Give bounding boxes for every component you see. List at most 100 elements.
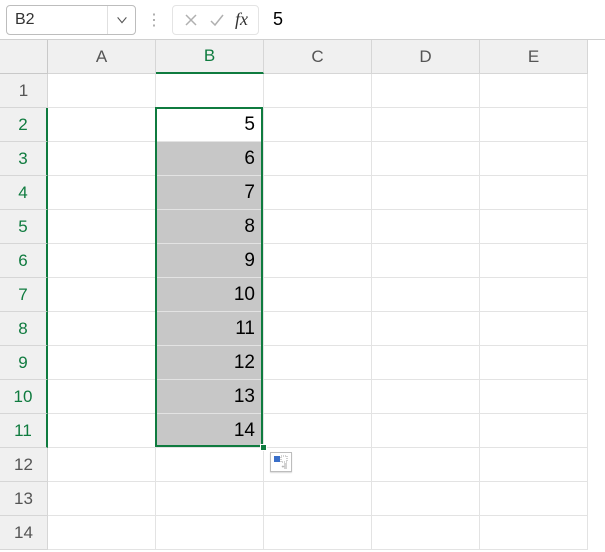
cell-B4[interactable]: 7 xyxy=(156,176,264,210)
cell-D10[interactable] xyxy=(372,380,480,414)
cell-A3[interactable] xyxy=(48,142,156,176)
cell-B5[interactable]: 8 xyxy=(156,210,264,244)
cell-B14[interactable] xyxy=(156,516,264,550)
row-header-4[interactable]: 4 xyxy=(0,176,48,210)
row-header-3[interactable]: 3 xyxy=(0,142,48,176)
select-all-corner[interactable] xyxy=(0,40,48,74)
cell-D1[interactable] xyxy=(372,74,480,108)
column-header-B[interactable]: B xyxy=(156,40,264,74)
cell-D9[interactable] xyxy=(372,346,480,380)
cell-B10[interactable]: 13 xyxy=(156,380,264,414)
cell-E9[interactable] xyxy=(480,346,588,380)
cell-A14[interactable] xyxy=(48,516,156,550)
cell-B12[interactable] xyxy=(156,448,264,482)
cell-E11[interactable] xyxy=(480,414,588,448)
cell-B7[interactable]: 10 xyxy=(156,278,264,312)
cell-C14[interactable] xyxy=(264,516,372,550)
cell-A8[interactable] xyxy=(48,312,156,346)
row-header-14[interactable]: 14 xyxy=(0,516,48,550)
cell-D4[interactable] xyxy=(372,176,480,210)
column-header-C[interactable]: C xyxy=(264,40,372,74)
row-header-11[interactable]: 11 xyxy=(0,414,48,448)
cell-E5[interactable] xyxy=(480,210,588,244)
cell-B3[interactable]: 6 xyxy=(156,142,264,176)
fx-button[interactable]: fx xyxy=(235,9,248,30)
cell-E12[interactable] xyxy=(480,448,588,482)
cell-C10[interactable] xyxy=(264,380,372,414)
name-box-input[interactable] xyxy=(7,6,107,34)
row-header-1[interactable]: 1 xyxy=(0,74,48,108)
cell-A12[interactable] xyxy=(48,448,156,482)
cell-D3[interactable] xyxy=(372,142,480,176)
spreadsheet-grid[interactable]: ABCDE1253647586971081191210131114121314 … xyxy=(0,40,605,550)
cell-A5[interactable] xyxy=(48,210,156,244)
row-header-5[interactable]: 5 xyxy=(0,210,48,244)
row-header-12[interactable]: 12 xyxy=(0,448,48,482)
cell-D11[interactable] xyxy=(372,414,480,448)
fill-handle[interactable] xyxy=(260,444,267,451)
cell-B2[interactable]: 5 xyxy=(156,108,264,142)
cell-E4[interactable] xyxy=(480,176,588,210)
row-header-6[interactable]: 6 xyxy=(0,244,48,278)
row-header-8[interactable]: 8 xyxy=(0,312,48,346)
row-header-13[interactable]: 13 xyxy=(0,482,48,516)
row-header-9[interactable]: 9 xyxy=(0,346,48,380)
cell-E7[interactable] xyxy=(480,278,588,312)
cell-A10[interactable] xyxy=(48,380,156,414)
cell-C9[interactable] xyxy=(264,346,372,380)
row-header-2[interactable]: 2 xyxy=(0,108,48,142)
cell-D2[interactable] xyxy=(372,108,480,142)
cell-C6[interactable] xyxy=(264,244,372,278)
enter-formula-button[interactable] xyxy=(209,12,225,28)
cell-D13[interactable] xyxy=(372,482,480,516)
cell-E1[interactable] xyxy=(480,74,588,108)
formula-input[interactable] xyxy=(267,5,599,35)
cell-C5[interactable] xyxy=(264,210,372,244)
cell-A4[interactable] xyxy=(48,176,156,210)
cell-D5[interactable] xyxy=(372,210,480,244)
cell-B6[interactable]: 9 xyxy=(156,244,264,278)
cell-C1[interactable] xyxy=(264,74,372,108)
cancel-formula-button[interactable] xyxy=(183,12,199,28)
cell-C4[interactable] xyxy=(264,176,372,210)
cell-A9[interactable] xyxy=(48,346,156,380)
cell-B13[interactable] xyxy=(156,482,264,516)
name-box[interactable] xyxy=(6,5,136,35)
cell-E13[interactable] xyxy=(480,482,588,516)
cell-D12[interactable] xyxy=(372,448,480,482)
cell-E14[interactable] xyxy=(480,516,588,550)
cell-A11[interactable] xyxy=(48,414,156,448)
column-header-A[interactable]: A xyxy=(48,40,156,74)
cell-D7[interactable] xyxy=(372,278,480,312)
cell-A1[interactable] xyxy=(48,74,156,108)
cell-D6[interactable] xyxy=(372,244,480,278)
cell-E10[interactable] xyxy=(480,380,588,414)
cell-B11[interactable]: 14 xyxy=(156,414,264,448)
cell-E2[interactable] xyxy=(480,108,588,142)
column-header-E[interactable]: E xyxy=(480,40,588,74)
cell-B1[interactable] xyxy=(156,74,264,108)
cell-C2[interactable] xyxy=(264,108,372,142)
autofill-options-button[interactable]: + xyxy=(270,452,292,472)
cell-E6[interactable] xyxy=(480,244,588,278)
cell-B8[interactable]: 11 xyxy=(156,312,264,346)
cell-C3[interactable] xyxy=(264,142,372,176)
column-header-D[interactable]: D xyxy=(372,40,480,74)
cell-B9[interactable]: 12 xyxy=(156,346,264,380)
cell-D14[interactable] xyxy=(372,516,480,550)
cell-C13[interactable] xyxy=(264,482,372,516)
row-header-7[interactable]: 7 xyxy=(0,278,48,312)
row-header-10[interactable]: 10 xyxy=(0,380,48,414)
name-box-dropdown[interactable] xyxy=(107,6,135,34)
cell-A7[interactable] xyxy=(48,278,156,312)
cell-E8[interactable] xyxy=(480,312,588,346)
cell-A6[interactable] xyxy=(48,244,156,278)
cell-E3[interactable] xyxy=(480,142,588,176)
cell-A2[interactable] xyxy=(48,108,156,142)
cell-C7[interactable] xyxy=(264,278,372,312)
formula-bar: ⋮ fx xyxy=(0,0,605,40)
cell-C11[interactable] xyxy=(264,414,372,448)
cell-D8[interactable] xyxy=(372,312,480,346)
cell-C8[interactable] xyxy=(264,312,372,346)
cell-A13[interactable] xyxy=(48,482,156,516)
